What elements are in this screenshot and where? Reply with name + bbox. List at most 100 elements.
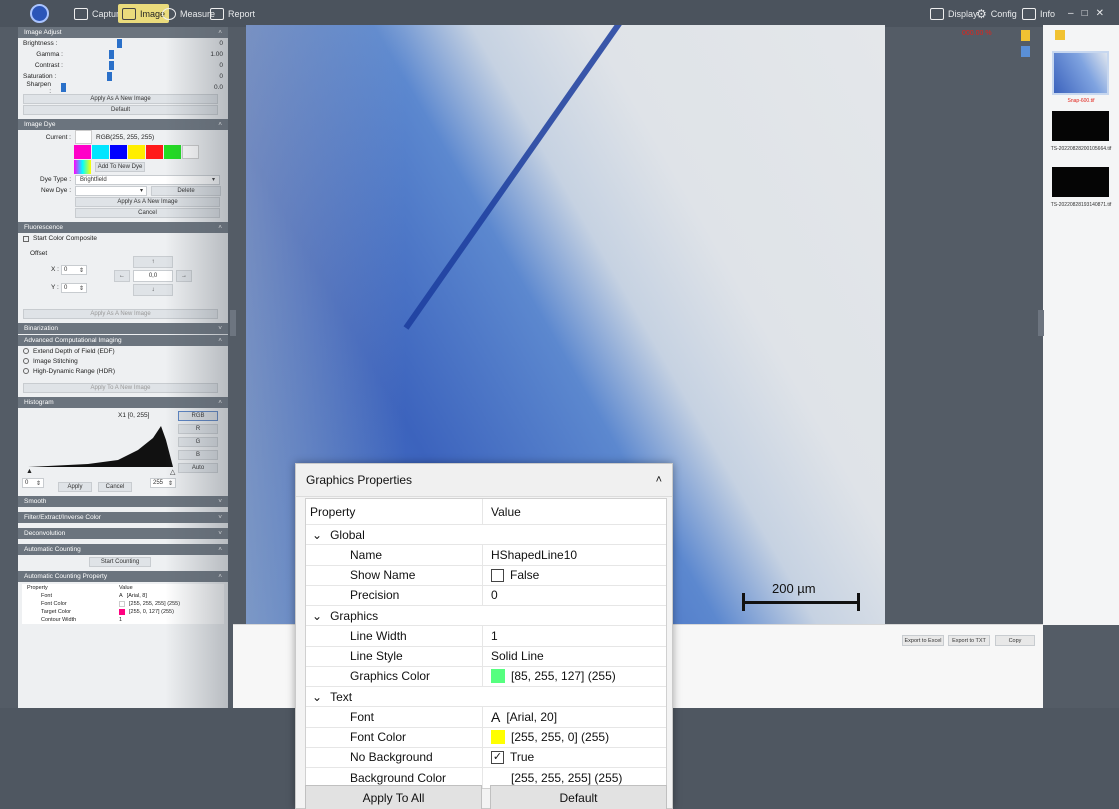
add-to-new-dye-button[interactable]: Add To New Dye [95, 162, 145, 172]
thumbnail-image[interactable] [1052, 167, 1109, 197]
thumbnail-image[interactable] [1052, 51, 1109, 95]
folder-icon[interactable] [1055, 30, 1065, 40]
histogram-max-spinner[interactable]: 255 ⇕ [150, 478, 176, 488]
export-to-excel-button[interactable]: Export to Excel [902, 635, 944, 646]
slider-handle[interactable] [109, 61, 114, 70]
show-name-checkbox[interactable] [491, 568, 504, 582]
name-field[interactable]: HShapedLine10 [483, 545, 666, 564]
left-collapse-handle[interactable] [230, 310, 236, 336]
start-counting-button[interactable]: Start Counting [89, 557, 151, 567]
copy-button[interactable]: Copy [995, 635, 1035, 646]
filter-header[interactable]: Filter/Extract/Inverse Color ˅ [18, 512, 228, 523]
offset-right-button[interactable]: → [176, 270, 192, 282]
graphics-category[interactable]: ⌄ Graphics [306, 606, 666, 627]
image-adjust-header[interactable]: Image Adjust ˄ [18, 27, 228, 38]
start-color-composite-row[interactable]: Start Color Composite [18, 233, 228, 244]
offset-down-button[interactable]: ↓ [133, 284, 173, 296]
stitching-option[interactable]: Image Stitching [18, 356, 228, 366]
default-button[interactable]: Default [23, 104, 218, 115]
offset-y-spinner[interactable]: 0 ⇕ [61, 283, 87, 293]
histogram-r-button[interactable]: R [178, 424, 218, 434]
histogram-b-button[interactable]: B [178, 450, 218, 460]
acp-target-color-value[interactable]: [255, 0, 127] (255) [129, 609, 174, 615]
automatic-counting-header[interactable]: Automatic Counting ˄ [18, 544, 228, 555]
dye-swatch-magenta[interactable] [74, 145, 91, 159]
stitching-radio[interactable] [23, 358, 29, 364]
slider-handle[interactable] [109, 50, 114, 59]
font-field[interactable]: A [Arial, 20] [483, 707, 666, 726]
histogram-g-button[interactable]: G [178, 437, 218, 447]
contrast-slider[interactable] [67, 61, 127, 70]
acp-contour-width-value[interactable]: 1 [119, 617, 122, 623]
chevron-down-icon[interactable]: ⌄ [312, 609, 322, 623]
histogram-rgb-button[interactable]: RGB [178, 411, 218, 421]
new-dye-select[interactable]: ▾ [75, 185, 147, 196]
default-button[interactable]: Default [490, 785, 667, 809]
dye-swatch-blue[interactable] [110, 145, 127, 159]
dye-swatch-green[interactable] [164, 145, 181, 159]
aci-header[interactable]: Advanced Computational Imaging ˄ [18, 335, 228, 346]
no-background-field[interactable]: ✓ True [483, 748, 666, 767]
min-handle-icon[interactable]: ▲ [26, 468, 33, 475]
image-dye-header[interactable]: Image Dye ˄ [18, 119, 228, 130]
dye-swatch-white[interactable] [182, 145, 199, 159]
dye-swatch-red[interactable] [146, 145, 163, 159]
slider-handle[interactable] [107, 72, 112, 81]
global-category[interactable]: ⌄ Global [306, 525, 666, 546]
graphics-color-field[interactable]: [85, 255, 127] (255) [483, 667, 666, 686]
text-category[interactable]: ⌄ Text [306, 687, 666, 708]
font-color-field[interactable]: [255, 255, 0] (255) [483, 728, 666, 747]
line-style-field[interactable]: Solid Line [483, 647, 666, 666]
histogram-auto-button[interactable]: Auto [178, 463, 218, 473]
precision-field[interactable]: 0 [483, 586, 666, 605]
dye-swatch-cyan[interactable] [92, 145, 109, 159]
apply-as-new-image-button[interactable]: Apply As A New Image [23, 93, 218, 104]
no-background-checkbox[interactable]: ✓ [491, 750, 504, 764]
slider-handle[interactable] [117, 39, 122, 48]
gamma-slider[interactable] [67, 50, 127, 59]
dye-swatch-yellow[interactable] [128, 145, 145, 159]
apply-to-all-button[interactable]: Apply To All [305, 785, 482, 809]
delete-dye-button[interactable]: Delete [151, 185, 221, 196]
offset-up-button[interactable]: ↑ [133, 256, 173, 268]
acp-font-color-value[interactable]: [255, 255, 255] (255) [129, 601, 180, 607]
fluorescence-apply-new-image-button[interactable]: Apply As A New Image [23, 308, 218, 319]
offset-x-spinner[interactable]: 0 ⇕ [61, 265, 87, 275]
save-icon[interactable] [1021, 46, 1030, 57]
start-color-composite-checkbox[interactable] [23, 235, 29, 242]
maximize-icon[interactable]: □ [1082, 8, 1088, 19]
close-icon[interactable]: ✕ [1096, 8, 1104, 19]
acp-header[interactable]: Automatic Counting Property ˄ [18, 571, 228, 582]
chevron-up-icon[interactable]: ˄ [656, 474, 662, 486]
brightness-slider[interactable] [67, 39, 127, 48]
offset-left-button[interactable]: ← [114, 270, 130, 282]
folder-icon[interactable] [1021, 30, 1030, 41]
chevron-down-icon[interactable]: ⌄ [312, 528, 322, 542]
edf-option[interactable]: Extend Depth of Field (EDF) [18, 346, 228, 356]
info-menu[interactable]: Info [1018, 4, 1059, 23]
histogram-min-spinner[interactable]: 0 ⇕ [22, 478, 44, 488]
edf-radio[interactable] [23, 348, 29, 354]
minimize-icon[interactable]: – [1068, 8, 1074, 19]
acp-font-value[interactable]: [Arial, 8] [127, 593, 147, 599]
histogram-apply-button[interactable]: Apply [58, 482, 92, 492]
saturation-slider[interactable] [67, 72, 127, 81]
right-collapse-handle[interactable] [1038, 310, 1044, 336]
line-width-field[interactable]: 1 [483, 626, 666, 645]
dye-cancel-button[interactable]: Cancel [75, 207, 220, 218]
slider-handle[interactable] [61, 83, 66, 92]
report-tab[interactable]: Report [206, 4, 259, 23]
max-handle-icon[interactable]: △ [170, 468, 175, 476]
chevron-down-icon[interactable]: ⌄ [312, 690, 322, 704]
smooth-header[interactable]: Smooth ˅ [18, 496, 228, 507]
binarization-header[interactable]: Binarization ˅ [18, 323, 228, 334]
dye-type-select[interactable]: Brightfield ▾ [75, 174, 220, 185]
histogram-header[interactable]: Histogram ˄ [18, 397, 228, 408]
sharpen-slider[interactable] [55, 83, 115, 92]
histogram-cancel-button[interactable]: Cancel [98, 482, 132, 492]
deconvolution-header[interactable]: Deconvolution ˅ [18, 528, 228, 539]
color-picker-icon[interactable] [74, 160, 91, 174]
hdr-radio[interactable] [23, 368, 29, 374]
thumbnail-image[interactable] [1052, 111, 1109, 141]
show-name-field[interactable]: False [483, 566, 666, 585]
